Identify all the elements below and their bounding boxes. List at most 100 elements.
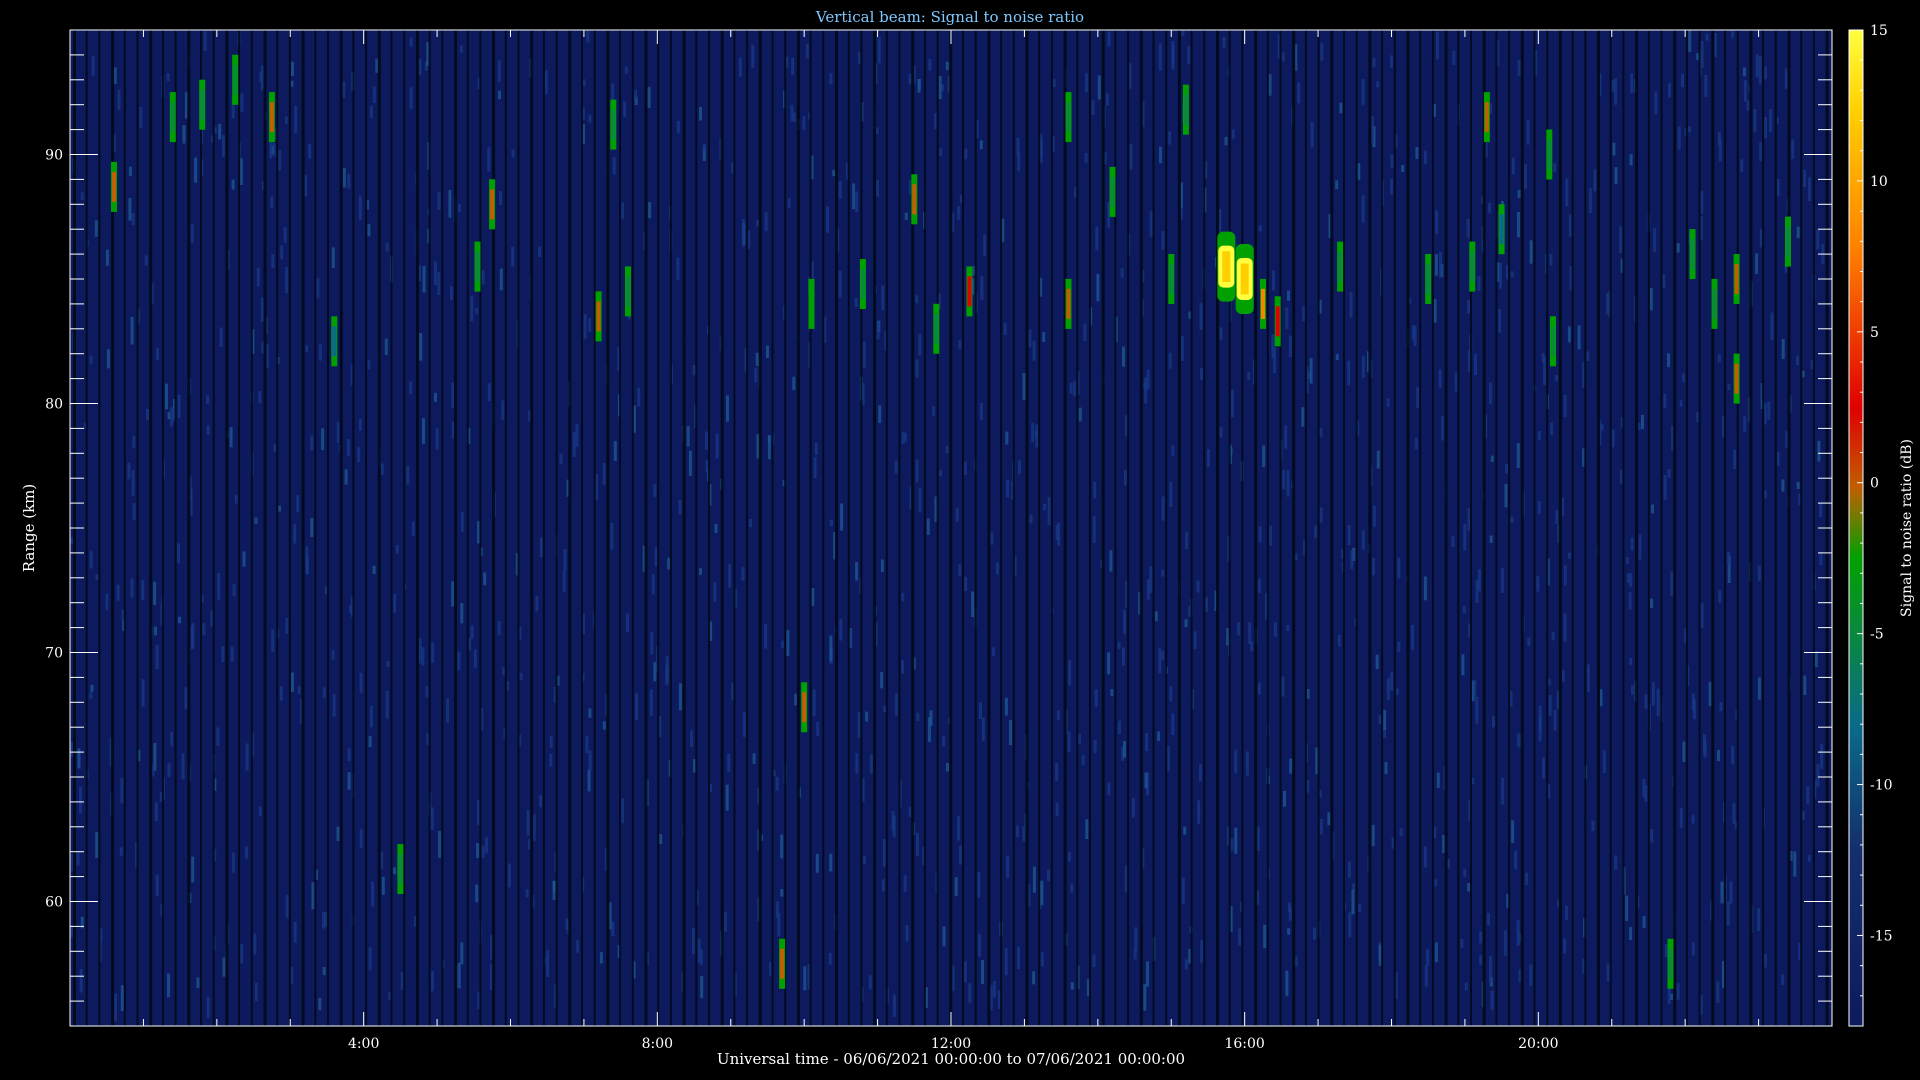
noise-cell [954,877,958,897]
noise-cell [575,423,579,447]
noise-cell [1268,74,1272,96]
noise-cell [1664,944,1668,957]
x-tick-label: 4:00 [348,1036,379,1052]
noise-cell [1488,203,1492,214]
noise-cell [1390,671,1394,691]
noise-cell [980,276,984,300]
gap-stripe [1203,30,1206,1026]
gap-stripe [1038,30,1041,1026]
echo-mark [808,278,815,329]
noise-cell [497,620,501,636]
gap-stripe [1279,30,1282,1026]
noise-cell [1105,93,1109,106]
noise-cell [1726,901,1730,926]
noise-cell [1348,912,1352,938]
noise-cell [1433,299,1437,323]
noise-cell [562,570,566,592]
noise-cell [780,889,784,897]
noise-cell [332,693,336,717]
echo-mark [199,79,206,130]
noise-cell [942,926,946,947]
noise-cell [1169,482,1173,507]
noise-cell [470,295,474,321]
noise-cell [1390,154,1394,168]
noise-cell [182,125,186,144]
echo-core [1551,326,1555,357]
noise-cell [132,435,136,448]
echo-mark [933,303,940,354]
noise-cell [1649,287,1653,311]
noise-cell [473,649,477,668]
noise-cell [431,971,434,992]
noise-cell [1004,697,1008,716]
noise-cell [1475,580,1479,604]
noise-cell [206,425,210,435]
noise-cell [359,828,363,848]
noise-cell [1386,398,1390,407]
noise-cell [130,578,134,598]
noise-cell [802,116,806,130]
noise-cell [1040,880,1044,906]
noise-cell [499,190,502,205]
gap-stripe [708,30,710,1026]
noise-cell [1347,525,1351,546]
noise-cell [1654,91,1658,115]
noise-cell [903,432,907,442]
noise-cell [1663,393,1667,408]
echo-core [1066,102,1071,133]
gap-stripe [149,30,153,1026]
noise-cell [411,521,415,536]
noise-cell [539,537,543,557]
noise-cell [1464,982,1468,991]
echo-mark [474,241,481,292]
noise-cell [80,192,84,201]
gap-stripe [1343,30,1345,1026]
noise-cell [270,196,274,208]
echo-mark [1469,241,1476,292]
noise-cell [311,882,315,910]
noise-cell [653,483,657,498]
noise-cell [932,406,936,416]
noise-cell [1123,741,1126,758]
noise-cell [978,933,982,957]
noise-cell [1517,189,1521,198]
noise-cell [406,465,410,485]
noise-cell [1081,755,1085,766]
gap-stripe [1787,30,1791,1026]
gap-stripe [974,30,977,1026]
noise-cell [881,879,885,892]
colorbar-tick-label: -5 [1870,627,1884,643]
noise-cell [1091,100,1095,116]
noise-cell [945,446,949,454]
noise-cell [1416,387,1420,408]
noise-cell [1206,449,1210,468]
gap-stripe [174,30,177,1026]
noise-cell [1032,971,1036,985]
noise-cell [239,158,243,185]
noise-cell [1776,451,1780,467]
echo-core [1734,264,1739,294]
noise-cell [714,523,718,534]
noise-cell [293,921,297,943]
gap-stripe [873,30,877,1026]
noise-cell [1808,177,1811,202]
noise-cell [154,802,158,822]
gap-stripe [898,30,901,1026]
noise-cell [446,698,450,723]
noise-cell [549,754,553,767]
noise-cell [222,135,225,157]
noise-cell [1219,327,1223,340]
noise-cell [1258,526,1262,542]
noise-cell [1717,749,1720,762]
noise-cell [1245,751,1249,776]
noise-cell [1289,758,1293,774]
noise-cell [1168,131,1172,145]
noise-cell [89,692,93,699]
noise-cell [599,952,603,964]
gap-stripe [809,30,812,1026]
noise-cell [838,181,842,199]
noise-cell [814,442,818,455]
x-tick-label: 20:00 [1518,1036,1558,1052]
noise-cell [1123,610,1126,635]
noise-cell [1185,531,1189,549]
